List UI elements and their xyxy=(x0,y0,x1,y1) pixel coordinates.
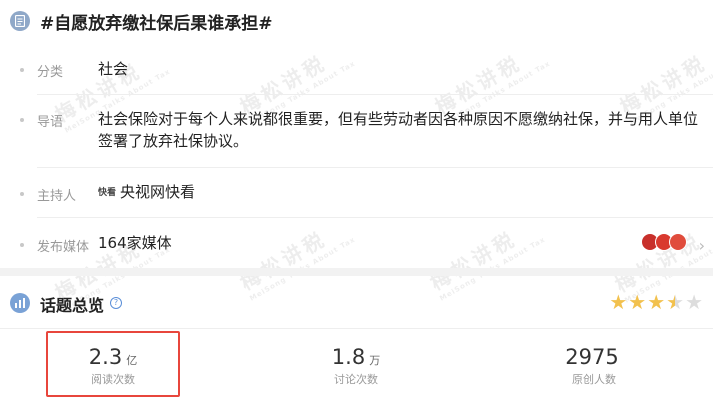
highlight-box xyxy=(46,331,180,397)
star-icon: ★ xyxy=(647,290,666,314)
overview-header: 话题总览 ? ★ ★ ★ ★ ★ xyxy=(0,282,713,322)
star-icon: ★ xyxy=(609,290,628,314)
bullet-dot xyxy=(20,192,24,196)
document-icon xyxy=(10,11,30,31)
intro-text: 社会保险对于每个人来说都很重要，但有些劳动者因各种原因不愿缴纳社保，并与用人单位… xyxy=(98,110,699,150)
stat-unit: 万 xyxy=(369,354,381,367)
star-icon: ★ xyxy=(628,290,647,314)
media-value: 164家媒体 xyxy=(98,234,172,252)
topic-header: #自愿放弃缴社保后果谁承担# xyxy=(0,0,713,42)
stat-label: 讨论次数 xyxy=(334,373,378,386)
chevron-right-icon[interactable]: › xyxy=(699,236,705,255)
bullet-dot xyxy=(20,243,24,247)
star-icon: ★ xyxy=(685,290,703,314)
row-divider xyxy=(37,217,713,218)
stat-creators: 2975 原创人数 xyxy=(504,345,684,387)
overview-title: 话题总览 xyxy=(40,296,105,315)
star-rating: ★ ★ ★ ★ ★ xyxy=(608,292,703,312)
host-value[interactable]: 快看 央视网快看 xyxy=(98,181,195,204)
media-logos[interactable] xyxy=(641,233,687,251)
host-label: 主持人 xyxy=(37,189,77,204)
overview-divider xyxy=(0,328,713,329)
stat-value: 2975 xyxy=(565,345,619,369)
question-icon[interactable]: ? xyxy=(110,297,122,309)
topic-title: #自愿放弃缴社保后果谁承担# xyxy=(40,13,273,34)
stat-label: 原创人数 xyxy=(572,373,616,386)
host-logo: 快看 xyxy=(98,187,117,198)
host-name: 央视网快看 xyxy=(120,183,196,201)
bullet-dot xyxy=(20,118,24,122)
media-label: 发布媒体 xyxy=(37,240,90,255)
stat-value: 1.8 xyxy=(331,345,366,369)
bullet-dot xyxy=(20,68,24,72)
star-icon: ★ xyxy=(666,290,685,314)
category-label: 分类 xyxy=(37,65,64,80)
row-divider xyxy=(37,167,713,168)
stat-discussions: 1.8 万 讨论次数 xyxy=(266,345,446,387)
category-value[interactable]: 社会 xyxy=(98,58,128,80)
row-divider xyxy=(37,94,713,95)
section-separator xyxy=(0,268,713,276)
intro-label: 导语 xyxy=(37,115,64,130)
chart-icon xyxy=(10,293,30,313)
media-logo xyxy=(669,233,687,251)
